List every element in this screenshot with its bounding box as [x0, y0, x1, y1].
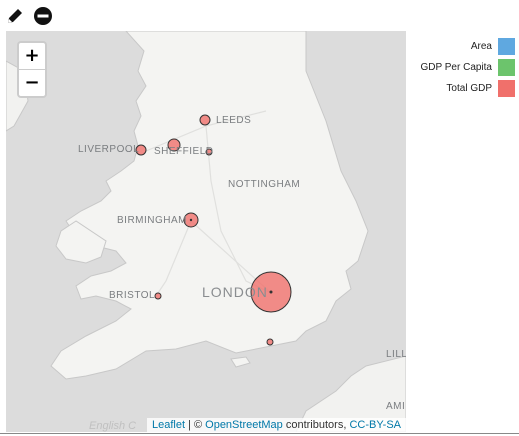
legend-item-area[interactable]: Area [410, 36, 515, 56]
pencil-icon[interactable] [4, 5, 26, 27]
attribution-contributors: contributors, [282, 419, 350, 431]
marker-brighton [266, 338, 274, 346]
minus-circle-icon[interactable] [32, 5, 54, 27]
zoom-in-button[interactable]: + [19, 43, 45, 69]
map-attribution: Leaflet | © OpenStreetMap contributors, … [146, 418, 406, 432]
city-label-bristol: BRISTOL [109, 290, 156, 301]
legend-swatch [498, 79, 515, 97]
basemap [6, 31, 406, 432]
leaflet-link[interactable]: Leaflet [152, 419, 185, 431]
sea-label-english-channel: English C [89, 420, 137, 432]
legend-label: Total GDP [446, 82, 492, 94]
city-label-birmingham: BIRMINGHAM [117, 215, 187, 226]
city-label-nottingham: NOTTINGHAM [228, 179, 301, 190]
divider [0, 433, 519, 434]
legend-label: GDP Per Capita [420, 61, 492, 73]
marker-leeds [199, 114, 211, 126]
legend-label: Area [470, 40, 492, 52]
legend-item-total-gdp[interactable]: Total GDP [410, 78, 515, 98]
legend-swatch [498, 58, 515, 76]
city-label-leeds: LEEDS [216, 115, 252, 126]
license-link[interactable]: CC-BY-SA [349, 419, 401, 431]
city-label-london: LONDON [202, 284, 268, 300]
map-toolbar [4, 4, 54, 28]
city-label-sheffield: SHEFFIELD [154, 146, 214, 157]
city-label-liverpool: LIVERPOOL [78, 144, 140, 155]
zoom-control: + − [17, 41, 47, 98]
attribution-sep: | © [185, 419, 206, 431]
marker-bristol [154, 292, 162, 300]
map-legend: Area GDP Per Capita Total GDP [410, 36, 515, 99]
legend-item-gdp-per-capita[interactable]: GDP Per Capita [410, 57, 515, 77]
city-label-amiens: AMI [386, 401, 406, 412]
zoom-out-button[interactable]: − [19, 69, 45, 96]
legend-swatch [498, 37, 515, 55]
map-view[interactable]: LEEDS LIVERPOOL SHEFFIELD NOTTINGHAM BIR… [6, 31, 406, 432]
osm-link[interactable]: OpenStreetMap [205, 419, 283, 431]
city-label-lille: LILLE [386, 349, 406, 360]
